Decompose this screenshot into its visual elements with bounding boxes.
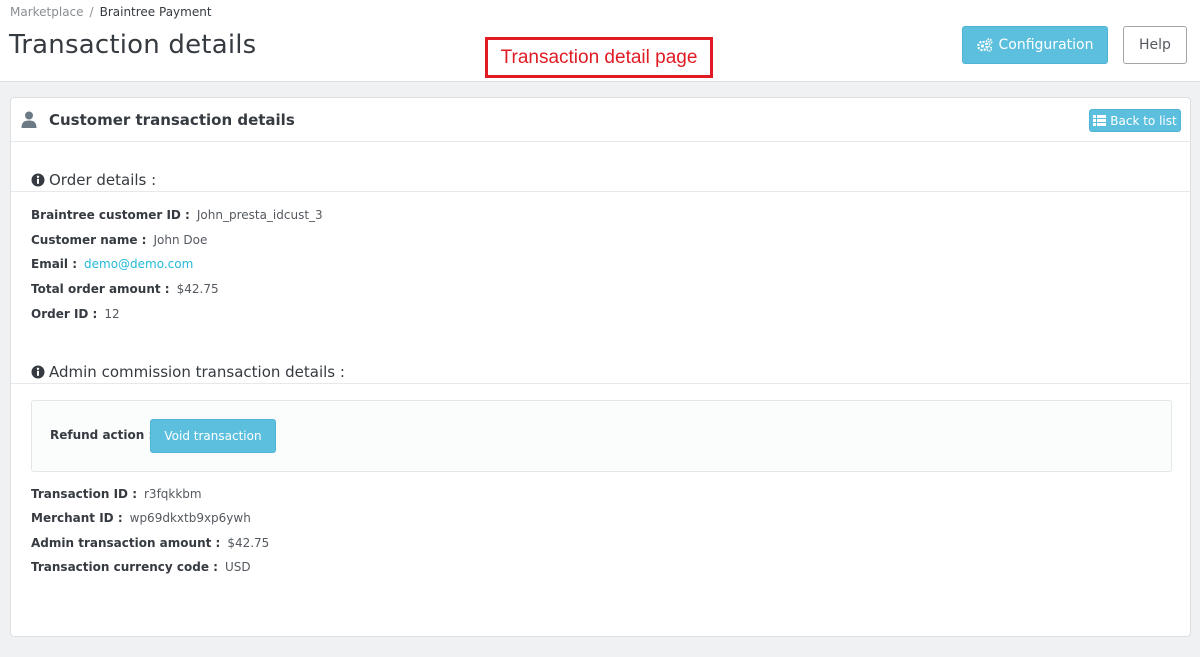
field-label: Order ID : — [31, 307, 98, 321]
help-button[interactable]: Help — [1123, 26, 1187, 64]
refund-action-label: Refund action : — [50, 428, 154, 442]
field-value: $42.75 — [227, 536, 270, 550]
configuration-label: Configuration — [998, 37, 1094, 53]
back-to-list-label: Back to list — [1110, 113, 1177, 128]
user-icon — [21, 111, 37, 128]
field-value: $42.75 — [176, 282, 219, 296]
order-id-field: Order ID : 12 — [31, 307, 120, 321]
admin-commission-heading: Admin commission transaction details : — [31, 363, 345, 381]
back-to-list-button[interactable]: Back to list — [1089, 109, 1181, 132]
field-value: USD — [224, 560, 251, 574]
merchant-id-field: Merchant ID : wp69dkxtb9xp6ywh — [31, 511, 251, 525]
field-label: Braintree customer ID : — [31, 208, 190, 222]
refund-action-box: Refund action : Void transaction — [31, 400, 1172, 472]
transaction-id-field: Transaction ID : r3fqkkbm — [31, 487, 202, 501]
field-label: Total order amount : — [31, 282, 170, 296]
order-details-title: Order details : — [49, 171, 157, 189]
field-value: John_presta_idcust_3 — [196, 208, 323, 222]
panel-title: Customer transaction details — [49, 111, 295, 129]
breadcrumb: Marketplace / Braintree Payment — [10, 5, 212, 19]
field-label: Admin transaction amount : — [31, 536, 221, 550]
customer-name-field: Customer name : John Doe — [31, 233, 207, 247]
divider — [11, 383, 1190, 384]
field-value: wp69dkxtb9xp6ywh — [129, 511, 251, 525]
total-order-amount-field: Total order amount : $42.75 — [31, 282, 219, 296]
void-transaction-button[interactable]: Void transaction — [150, 419, 276, 453]
transaction-panel: Customer transaction details Back to lis… — [10, 97, 1191, 637]
info-circle-icon — [31, 365, 45, 379]
page-header: Marketplace / Braintree Payment Transactio… — [0, 0, 1200, 82]
field-value: r3fqkkbm — [144, 487, 202, 501]
configuration-button[interactable]: Configuration — [962, 26, 1108, 64]
field-label: Email : — [31, 257, 78, 271]
order-details-heading: Order details : — [31, 171, 156, 189]
braintree-customer-id-field: Braintree customer ID : John_presta_idcus… — [31, 208, 323, 222]
transaction-currency-code-field: Transaction currency code : USD — [31, 560, 251, 574]
field-label: Customer name : — [31, 233, 147, 247]
gears-icon — [976, 38, 993, 52]
field-label: Transaction currency code : — [31, 560, 218, 574]
breadcrumb-parent[interactable]: Marketplace — [10, 5, 84, 19]
breadcrumb-current: Braintree Payment — [99, 5, 212, 19]
admin-commission-title: Admin commission transaction details : — [49, 363, 345, 381]
page-title: Transaction details — [9, 30, 257, 60]
annotation-label: Transaction detail page — [485, 37, 713, 78]
divider — [11, 191, 1190, 192]
field-value: John Doe — [153, 233, 208, 247]
info-circle-icon — [31, 173, 45, 187]
email-field: Email : demo@demo.com — [31, 257, 193, 271]
panel-heading: Customer transaction details Back to lis… — [11, 98, 1190, 142]
breadcrumb-separator: / — [89, 5, 94, 19]
field-value: 12 — [104, 307, 120, 321]
field-label: Merchant ID : — [31, 511, 123, 525]
email-link[interactable]: demo@demo.com — [84, 257, 193, 271]
field-label: Transaction ID : — [31, 487, 137, 501]
list-icon — [1093, 115, 1107, 126]
admin-transaction-amount-field: Admin transaction amount : $42.75 — [31, 536, 269, 550]
